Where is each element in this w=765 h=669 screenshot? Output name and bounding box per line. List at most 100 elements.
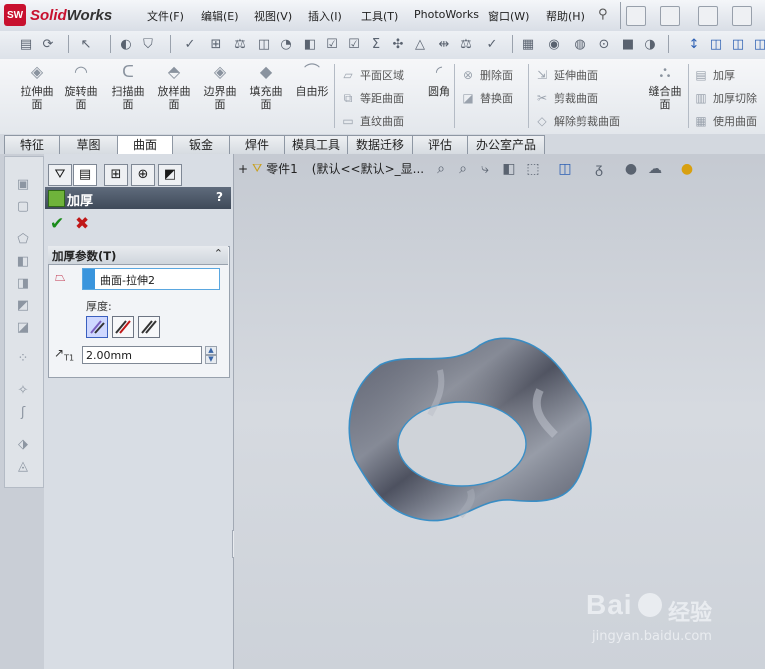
untrim-surface-button[interactable]: ◇ 解除剪裁曲面	[534, 113, 620, 129]
thicken-cut-button[interactable]: ▥ 加厚切除	[693, 90, 757, 106]
dimxpert-tab-icon[interactable]: ⊕	[131, 164, 155, 186]
normal-to-icon[interactable]: ↕	[686, 36, 702, 52]
boundary-surface-button[interactable]: ◈ 边界曲 面	[197, 62, 243, 111]
view-settings-icon[interactable]: ●	[678, 160, 696, 178]
menu-help[interactable]: 帮助(H)	[546, 8, 585, 24]
expand-icon[interactable]: +	[238, 162, 248, 176]
replace-face-button[interactable]: ◪ 替换面	[460, 90, 513, 106]
spin-down-icon[interactable]: ▼	[205, 355, 217, 364]
draft-icon[interactable]: ◧	[302, 36, 318, 52]
sum-icon[interactable]: Σ	[368, 36, 384, 52]
fillet-button[interactable]: ◜ 圆角	[416, 62, 462, 98]
tab-weldments[interactable]: 焊件	[229, 135, 285, 154]
approve-icon[interactable]: ⊙	[596, 36, 612, 52]
rib-icon[interactable]: ◪	[15, 320, 31, 335]
thickness-spinner[interactable]: ▲ ▼	[205, 346, 217, 364]
swept-surface-button[interactable]: ᑕ 扫描曲 面	[105, 62, 151, 111]
display-style-icon[interactable]: ◫	[556, 160, 574, 178]
surface-selection-box[interactable]: 曲面-拉伸2	[82, 268, 220, 290]
properties-icon[interactable]: ▤	[18, 36, 34, 52]
tab-surfaces[interactable]: 曲面	[117, 135, 173, 155]
print-icon[interactable]	[732, 6, 752, 26]
thicken-side1-button[interactable]	[86, 316, 108, 338]
apply-scene-icon[interactable]: ☁	[646, 160, 664, 178]
flyout-feature-tree[interactable]: + ⛛ 零件1 (默认<<默认>_显...	[238, 160, 424, 177]
check-icon[interactable]: ◔	[278, 36, 294, 52]
measure-icon[interactable]: ⊞	[208, 36, 224, 52]
feature-tree-tab-icon[interactable]: ⛛	[48, 164, 72, 186]
rebuild-icon[interactable]: ⟳	[40, 36, 56, 52]
revolved-surface-button[interactable]: ◠ 旋转曲 面	[58, 62, 104, 111]
knit-surface-button[interactable]: ⛬ 缝合曲 面	[642, 62, 688, 111]
zoom-fit-icon[interactable]: ◐	[118, 36, 134, 52]
iso-view-icon[interactable]: ◫	[708, 36, 724, 52]
freeform-button[interactable]: ⌒ 自由形	[289, 62, 335, 98]
filter-icon[interactable]: ⛉	[140, 36, 156, 52]
cancel-button[interactable]: ✖	[75, 214, 89, 234]
thickness-input[interactable]: 2.00mm	[82, 346, 202, 364]
extruded-surface-button[interactable]: ◈ 拉伸曲 面	[14, 62, 60, 111]
hide-icon[interactable]: ◉	[546, 36, 562, 52]
thicken-side2-button[interactable]	[138, 316, 160, 338]
check-tool-icon[interactable]: ✓	[484, 36, 500, 52]
section-view-icon[interactable]: ◧	[500, 160, 518, 178]
configuration-tab-icon[interactable]: ⊞	[104, 164, 128, 186]
open-icon[interactable]	[660, 6, 680, 26]
menu-edit[interactable]: 编辑(E)	[201, 8, 239, 24]
menu-insert[interactable]: 插入(I)	[308, 8, 342, 24]
edit-appearance-icon[interactable]: ●	[622, 160, 640, 178]
planar-surface-button[interactable]: ▱ 平面区域	[340, 67, 404, 83]
zoom-to-fit-icon[interactable]: ⌕	[432, 160, 450, 178]
previous-view-icon[interactable]: ⤷	[476, 160, 494, 178]
save-icon[interactable]	[698, 6, 718, 26]
ruled-surface-button[interactable]: ▭ 直纹曲面	[340, 113, 404, 129]
hole-icon[interactable]: ◬	[15, 459, 31, 474]
tab-data-migration[interactable]: 数据迁移	[347, 135, 413, 154]
tab-sheet-metal[interactable]: 钣金	[172, 135, 230, 154]
thicken-both-sides-button[interactable]	[112, 316, 134, 338]
select-icon[interactable]: ↖	[78, 36, 94, 52]
trim-surface-button[interactable]: ✂ 剪裁曲面	[534, 90, 598, 106]
balance-icon[interactable]: ⚖	[458, 36, 474, 52]
new-icon[interactable]	[626, 6, 646, 26]
reference-icon[interactable]: ✧	[15, 383, 31, 398]
lofted-surface-button[interactable]: ⬘ 放样曲 面	[151, 62, 197, 111]
collapse-icon[interactable]: ⌃	[214, 247, 223, 260]
top-view-icon[interactable]: ◫	[752, 36, 765, 52]
pattern-icon[interactable]: ⁘	[15, 351, 31, 366]
shell-icon[interactable]: ◨	[15, 276, 31, 291]
chamfer-icon[interactable]: ◩	[15, 298, 31, 313]
menu-window[interactable]: 窗口(W)	[488, 8, 529, 24]
sweep-boss-icon[interactable]: ⬠	[15, 232, 31, 247]
view-orientation-icon[interactable]: ⬚	[524, 160, 542, 178]
help-button[interactable]: ?	[216, 190, 223, 204]
extend-surface-button[interactable]: ⇲ 延伸曲面	[534, 67, 598, 83]
cut-with-surface-button[interactable]: ▦ 使用曲面	[693, 113, 757, 129]
filled-surface-button[interactable]: ◆ 填充曲 面	[243, 62, 289, 111]
zoom-area-icon[interactable]: ⌕	[454, 160, 472, 178]
group-header[interactable]: 加厚参数(T) ⌃	[48, 246, 228, 265]
loft-boss-icon[interactable]: ◧	[15, 254, 31, 269]
menu-file[interactable]: 文件(F)	[147, 8, 184, 24]
ok-button[interactable]: ✔	[50, 214, 64, 234]
thickened-surface-model[interactable]	[340, 330, 600, 530]
cone-icon[interactable]: △	[412, 36, 428, 52]
spellcheck-icon[interactable]: ✓	[182, 36, 198, 52]
symmetry-icon[interactable]: ⇹	[436, 36, 452, 52]
delete-face-button[interactable]: ⊗ 删除面	[460, 67, 513, 83]
solid-icon[interactable]: ■	[620, 36, 636, 52]
checkbox-icon[interactable]: ☑	[324, 36, 340, 52]
menu-tools[interactable]: 工具(T)	[361, 8, 398, 24]
mass-icon[interactable]: ⚖	[232, 36, 248, 52]
thicken-button[interactable]: ▤ 加厚	[693, 67, 735, 83]
display-manager-tab-icon[interactable]: ◩	[158, 164, 182, 186]
tab-mold-tools[interactable]: 模具工具	[284, 135, 348, 154]
offset-surface-button[interactable]: ⧉ 等距曲面	[340, 90, 404, 106]
display-icon[interactable]: ◍	[572, 36, 588, 52]
instant3d-icon[interactable]: ⬗	[15, 437, 31, 452]
rotate-view-icon[interactable]: ◑	[642, 36, 658, 52]
tab-features[interactable]: 特征	[4, 135, 60, 154]
front-view-icon[interactable]: ◫	[730, 36, 746, 52]
section-icon[interactable]: ◫	[256, 36, 272, 52]
hide-show-items-icon[interactable]: ᵹ	[590, 160, 608, 178]
